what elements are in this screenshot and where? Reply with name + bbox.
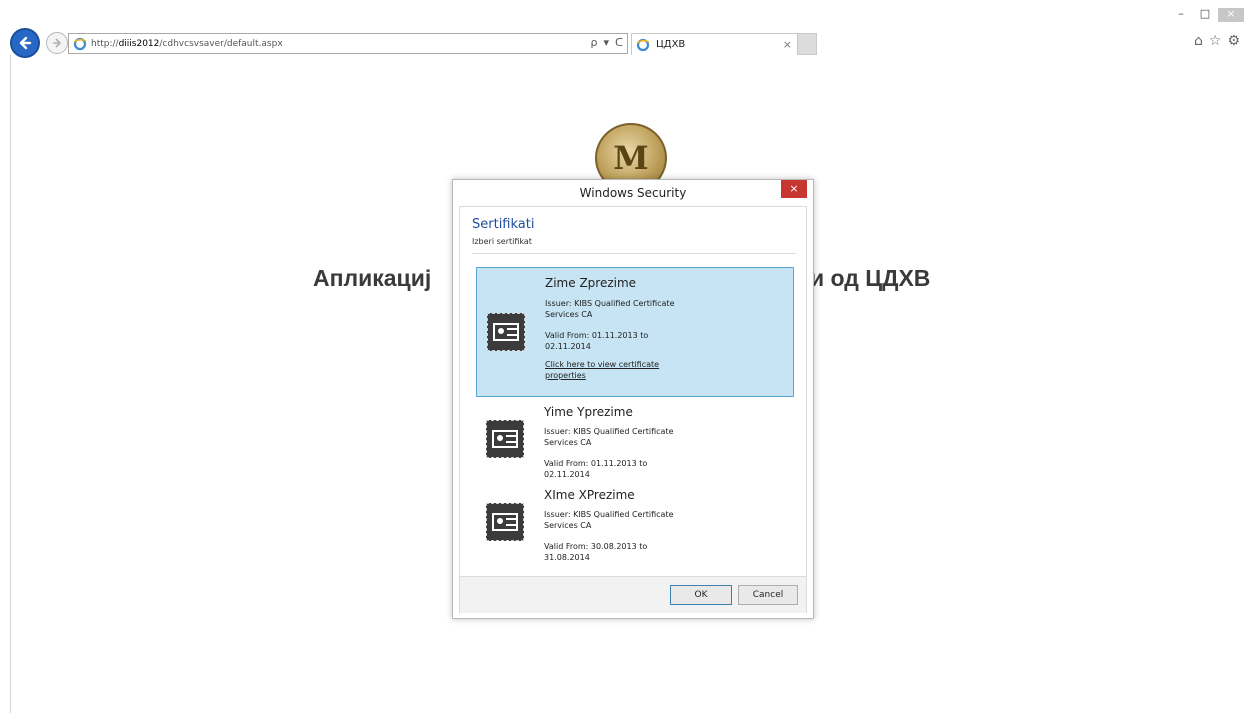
browser-tools: ⌂ ☆ ⚙ [1194,33,1240,49]
certificate-validity: Valid From: 01.11.2013 to 02.11.2014 [545,331,649,351]
certificate-issuer: Issuer: KIBS Qualified Certificate Servi… [545,299,675,319]
content-border [10,55,11,713]
address-bar[interactable]: http://diiis2012/cdhvcsvsaver/default.as… [68,33,628,54]
back-arrow-icon [19,36,32,50]
url-host: diiis2012 [118,38,160,49]
forward-arrow-icon [53,38,62,48]
cancel-button[interactable]: Cancel [738,585,798,605]
dialog-footer: OK Cancel [460,576,806,613]
certificate-item[interactable]: Yime Yprezime Issuer: KIBS Qualified Cer… [476,400,794,480]
certificate-name: XIme XPrezime [544,488,635,502]
window-top-strip [0,0,1248,10]
view-certificate-properties-link[interactable]: Click here to view certificate propertie… [545,359,675,381]
seal-letter: M [613,139,649,177]
address-url: http://diiis2012/cdhvcsvsaver/default.as… [91,39,283,49]
dialog-subheading: Izberi sertifikat [472,237,532,246]
dialog-title: Windows Security [579,186,687,200]
certificate-icon [486,420,524,458]
tab-close-icon[interactable]: × [783,38,792,51]
maximize-button[interactable]: □ [1194,8,1216,22]
new-tab-button[interactable] [797,33,817,55]
refresh-icon[interactable]: ᑕ [615,36,623,49]
ok-button[interactable]: OK [670,585,732,605]
search-icon[interactable]: ρ [590,36,597,49]
tab-title: ЦДХВ [656,39,686,50]
forward-button[interactable] [46,32,68,54]
windows-security-dialog: Windows Security × Sertifikati Izberi se… [452,179,814,619]
home-icon[interactable]: ⌂ [1194,33,1203,49]
url-prefix: http:// [91,38,119,49]
address-tools: ρ ▾ ᑕ [590,36,623,49]
url-path: /cdhvcsvsaver/default.aspx [159,38,283,49]
certificate-issuer: Issuer: KIBS Qualified Certificate Servi… [544,510,674,530]
dropdown-icon[interactable]: ▾ [603,36,609,49]
certificate-item[interactable]: XIme XPrezime Issuer: KIBS Qualified Cer… [476,483,794,563]
certificate-validity: Valid From: 30.08.2013 to 31.08.2014 [544,542,648,562]
certificate-issuer: Issuer: KIBS Qualified Certificate Servi… [544,427,674,447]
dialog-close-button[interactable]: × [781,180,807,198]
page-heading-left: Апликациј [313,265,432,291]
favorites-icon[interactable]: ☆ [1209,33,1222,49]
close-window-button[interactable]: × [1218,8,1244,22]
certificate-item[interactable]: Zime Zprezime Issuer: KIBS Qualified Cer… [476,267,794,397]
certificate-icon [486,503,524,541]
certificate-icon [487,313,525,351]
certificate-name: Zime Zprezime [545,276,637,290]
dialog-body: Sertifikati Izberi sertifikat Zime Zprez… [459,206,807,613]
minimize-button[interactable]: – [1170,8,1192,22]
settings-icon[interactable]: ⚙ [1227,33,1240,49]
certificate-name: Yime Yprezime [544,405,633,419]
ie-page-icon [73,37,87,50]
back-button[interactable] [10,28,40,58]
ie-tab-icon [636,38,650,51]
tab-cdhv[interactable]: ЦДХВ × [631,33,817,55]
certificate-validity: Valid From: 01.11.2013 to 02.11.2014 [544,459,648,479]
page-heading-right: и од ЦДХВ [810,265,931,291]
dialog-heading: Sertifikati [472,217,535,232]
dialog-divider [472,253,796,254]
window-controls: – □ × [1170,8,1244,22]
